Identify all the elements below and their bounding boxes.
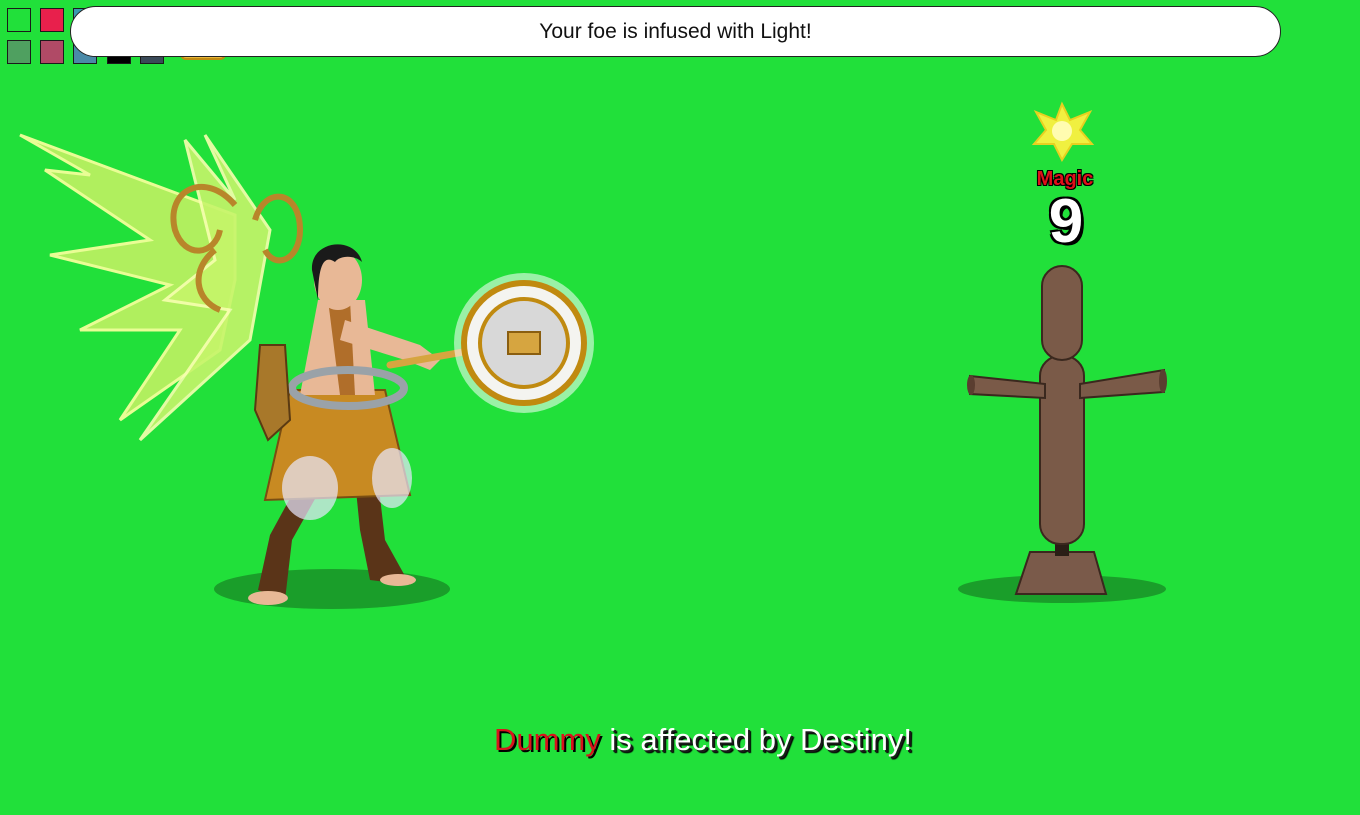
training-dummy[interactable]	[0, 0, 1360, 815]
battle-message-text: is affected by Destiny!	[600, 722, 913, 757]
battle-message-target: Dummy	[493, 722, 601, 757]
battle-message: Dummy is affected by Destiny!	[380, 722, 1026, 758]
